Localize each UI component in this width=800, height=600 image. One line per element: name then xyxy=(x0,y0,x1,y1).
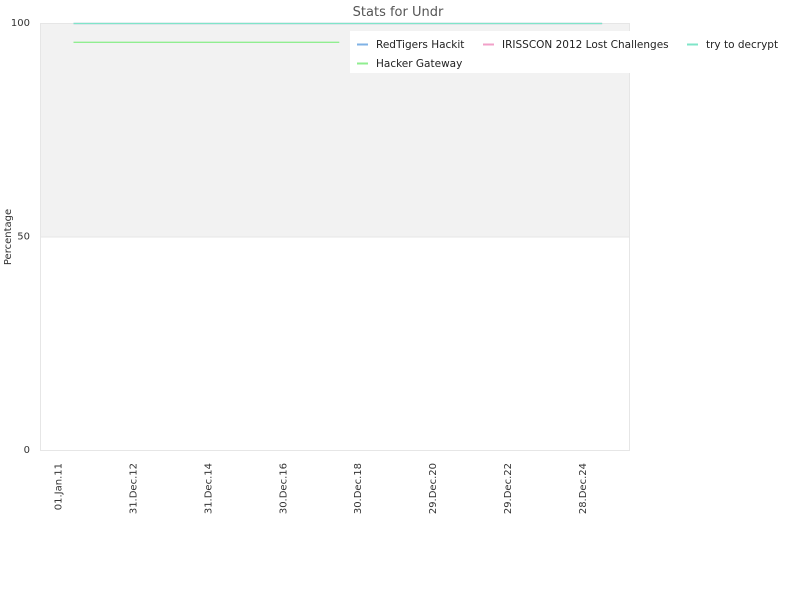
x-tick-label: 31.Dec.12 xyxy=(128,463,139,514)
legend-label: IRISSCON 2012 Lost Challenges xyxy=(502,39,669,51)
x-tick-label: 30.Dec.16 xyxy=(278,463,289,514)
x-axis-ticks: 01.Jan.11 31.Dec.12 31.Dec.14 30.Dec.16 30.D… xyxy=(54,463,590,514)
y-tick-label: 0 xyxy=(24,445,30,456)
x-tick-label: 30.Dec.18 xyxy=(353,463,364,514)
legend-label: try to decrypt xyxy=(706,39,778,51)
x-tick-label: 28.Dec.24 xyxy=(578,463,589,514)
legend[interactable]: RedTigers Hackit IRISSCON 2012 Lost Chall… xyxy=(350,31,790,73)
legend-label: RedTigers Hackit xyxy=(376,39,464,51)
x-tick-label: 29.Dec.20 xyxy=(428,463,439,514)
y-tick-label: 100 xyxy=(11,18,30,29)
x-tick-label: 31.Dec.14 xyxy=(203,463,214,514)
y-axis-label: Percentage xyxy=(3,209,14,265)
chart-title: Stats for Undr xyxy=(353,5,444,20)
y-tick-label: 50 xyxy=(17,232,30,243)
x-tick-label: 29.Dec.22 xyxy=(503,463,514,514)
plot-area xyxy=(40,23,630,451)
x-tick-label: 01.Jan.11 xyxy=(54,463,65,510)
chart: Stats for Undr Percentage 0 50 100 01.Jan.… xyxy=(3,5,790,514)
legend-label: Hacker Gateway xyxy=(376,58,462,70)
